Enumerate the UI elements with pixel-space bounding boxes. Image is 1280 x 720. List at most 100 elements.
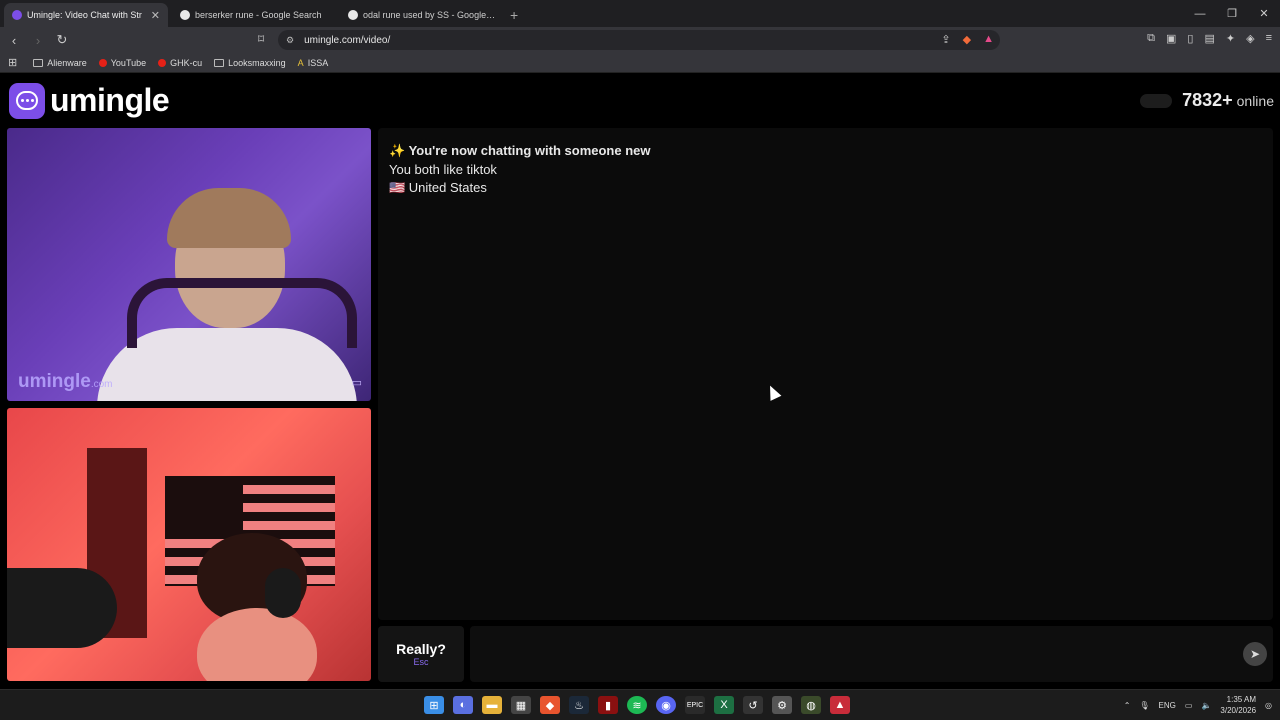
close-tab-icon[interactable]: ✕ <box>151 9 160 22</box>
new-tab-button[interactable]: + <box>510 3 518 27</box>
brave-rewards-icon[interactable]: ▲ <box>983 33 994 46</box>
folder-icon <box>33 58 44 67</box>
site-header: umingle 7832+ online <box>0 76 1280 126</box>
send-button[interactable]: ➤ <box>1243 642 1267 666</box>
logo-text: umingle <box>50 82 170 118</box>
microphone-icon[interactable]: 🎙 <box>1139 701 1149 710</box>
taskbar: ⊞ ◐ ▬ ▦ ◆ ♨ ▮ ≋ ◉ EPIC X ↺ ⚙ ◍ ▲ ⌃ 🎙 ENG… <box>0 689 1280 720</box>
brave-icon[interactable]: ◆ <box>540 696 560 714</box>
bookmark-ghk-cu[interactable]: GHK-cu <box>158 58 202 68</box>
microphone-arm <box>7 568 117 648</box>
skip-label: Really? <box>396 641 446 657</box>
app-cycle-icon[interactable]: ↺ <box>743 696 763 714</box>
network-icon[interactable]: ▭ <box>1185 701 1193 710</box>
back-icon[interactable]: ‹ <box>4 33 24 48</box>
browser-toolbar: ‹ › ↻ ⌑ ⚙ umingle.com/video/ ⇪ ◆ ▲ ⧉ ▣ ▯… <box>0 27 1280 53</box>
sidebar-icon[interactable]: ▯ <box>1187 32 1193 45</box>
bookmark-looksmaxxing[interactable]: Looksmaxxing <box>214 58 286 68</box>
address-bar-actions: ⇪ ◆ ▲ <box>941 33 994 46</box>
self-video <box>7 408 371 681</box>
bookmark-label: Looksmaxxing <box>228 57 286 68</box>
reload-icon[interactable]: ↻ <box>52 32 72 48</box>
country-message: 🇺🇸 United States <box>389 180 487 195</box>
excel-icon[interactable]: X <box>714 696 734 714</box>
issa-icon: A <box>297 57 304 68</box>
volume-icon[interactable]: 🔈 <box>1201 701 1211 710</box>
bookmark-issa[interactable]: A ISSA <box>298 58 329 68</box>
spotify-icon[interactable]: ≋ <box>627 696 647 714</box>
bookmark-page-icon[interactable]: ⌑ <box>258 32 264 46</box>
headphones <box>265 568 301 618</box>
chat-bubble-icon <box>9 82 45 119</box>
store-icon[interactable]: ▦ <box>511 696 531 714</box>
file-explorer-icon[interactable]: ▬ <box>482 696 502 714</box>
system-message: ✨ You're now chatting with someone new <box>389 143 651 158</box>
shared-interest-message: You both like tiktok <box>389 162 497 177</box>
maximize-icon[interactable]: ❐ <box>1216 0 1248 27</box>
folder-icon <box>214 58 225 67</box>
steam-icon[interactable]: ♨ <box>569 696 589 714</box>
apps-grid-icon[interactable]: ⊞ <box>8 56 17 69</box>
theme-toggle[interactable] <box>1140 93 1173 108</box>
skip-button[interactable]: Really? Esc <box>378 626 464 682</box>
clock[interactable]: 1:35 AM 3/20/2026 <box>1220 694 1256 716</box>
bookmark-label: ISSA <box>307 57 329 68</box>
vpn-icon[interactable]: ◈ <box>1246 32 1254 45</box>
site-info-icon[interactable]: ⚙ <box>286 35 294 46</box>
bookmark-youtube[interactable]: YouTube <box>98 57 147 68</box>
minimize-icon[interactable]: — <box>1184 0 1216 27</box>
gaming-chair <box>127 278 357 348</box>
bookmark-label: Alienware <box>47 57 87 68</box>
youtube-icon <box>158 58 167 67</box>
leo-ai-icon[interactable]: ✦ <box>1226 32 1235 45</box>
url-text: umingle.com/video/ <box>304 34 391 46</box>
app-triangle-icon[interactable]: ▲ <box>830 696 850 714</box>
youtube-icon <box>98 58 107 67</box>
app-globe-icon[interactable]: ◍ <box>801 696 821 714</box>
online-count: 7832+ <box>1182 90 1233 110</box>
google-favicon-icon <box>180 10 190 20</box>
address-bar[interactable]: ⚙ umingle.com/video/ ⇪ ◆ ▲ <box>278 30 1000 50</box>
video-watermark: umingle.com <box>18 371 113 392</box>
tab-odal-rune[interactable]: odal rune used by SS - Google Search <box>340 3 504 27</box>
menu-icon[interactable]: ≡ <box>1266 32 1272 45</box>
discord-icon[interactable]: ◉ <box>656 696 676 714</box>
tab-title: Umingle: Video Chat with Str <box>27 10 142 20</box>
settings-icon[interactable]: ⚙ <box>772 696 792 714</box>
online-counter: 7832+ online <box>1140 90 1274 111</box>
google-favicon-icon <box>348 10 358 20</box>
send-icon: ➤ <box>1249 647 1261 661</box>
bookmark-label: YouTube <box>110 57 147 68</box>
taskbar-apps: ⊞ ◐ ▬ ▦ ◆ ♨ ▮ ≋ ◉ EPIC X ↺ ⚙ ◍ ▲ <box>424 696 850 714</box>
report-icon[interactable]: ▭ <box>352 376 362 389</box>
epic-games-icon[interactable]: EPIC <box>685 696 705 714</box>
app-red-icon[interactable]: ▮ <box>598 696 618 714</box>
tab-search-icon[interactable]: ▤ <box>1204 32 1214 45</box>
brave-shield-icon[interactable]: ◆ <box>963 33 971 46</box>
tab-title: odal rune used by SS - Google Search <box>363 10 496 20</box>
wallet-icon[interactable]: ▣ <box>1166 32 1176 45</box>
online-label: online <box>1236 93 1274 109</box>
language-indicator[interactable]: ENG <box>1159 701 1176 710</box>
bookmark-label: GHK-cu <box>170 57 203 68</box>
self-figure <box>197 608 317 681</box>
tab-umingle[interactable]: Umingle: Video Chat with Str ✕ <box>4 3 168 27</box>
system-tray: ⌃ 🎙 ENG ▭ 🔈 1:35 AM 3/20/2026 ◎ <box>1124 694 1272 716</box>
close-window-icon[interactable]: ✕ <box>1248 0 1280 27</box>
site-logo[interactable]: umingle <box>9 82 170 119</box>
tab-berserker-rune[interactable]: berserker rune - Google Search <box>172 3 336 27</box>
extensions-icon[interactable]: ⧉ <box>1147 32 1155 45</box>
bookmark-alienware[interactable]: Alienware <box>33 58 87 68</box>
clock-time: 1:35 AM <box>1226 695 1257 704</box>
stranger-hair <box>167 188 291 248</box>
start-icon[interactable]: ⊞ <box>424 696 444 714</box>
window-controls: — ❐ ✕ <box>1184 0 1280 27</box>
message-input[interactable]: ➤ <box>470 626 1273 682</box>
share-icon[interactable]: ⇪ <box>941 33 950 46</box>
skip-hint: Esc <box>413 657 429 667</box>
notifications-icon[interactable]: ◎ <box>1265 701 1272 710</box>
forward-icon[interactable]: › <box>28 33 48 48</box>
tray-overflow-icon[interactable]: ⌃ <box>1124 701 1131 710</box>
chat-input-row: Really? Esc ➤ <box>378 626 1273 682</box>
copilot-icon[interactable]: ◐ <box>453 696 473 714</box>
